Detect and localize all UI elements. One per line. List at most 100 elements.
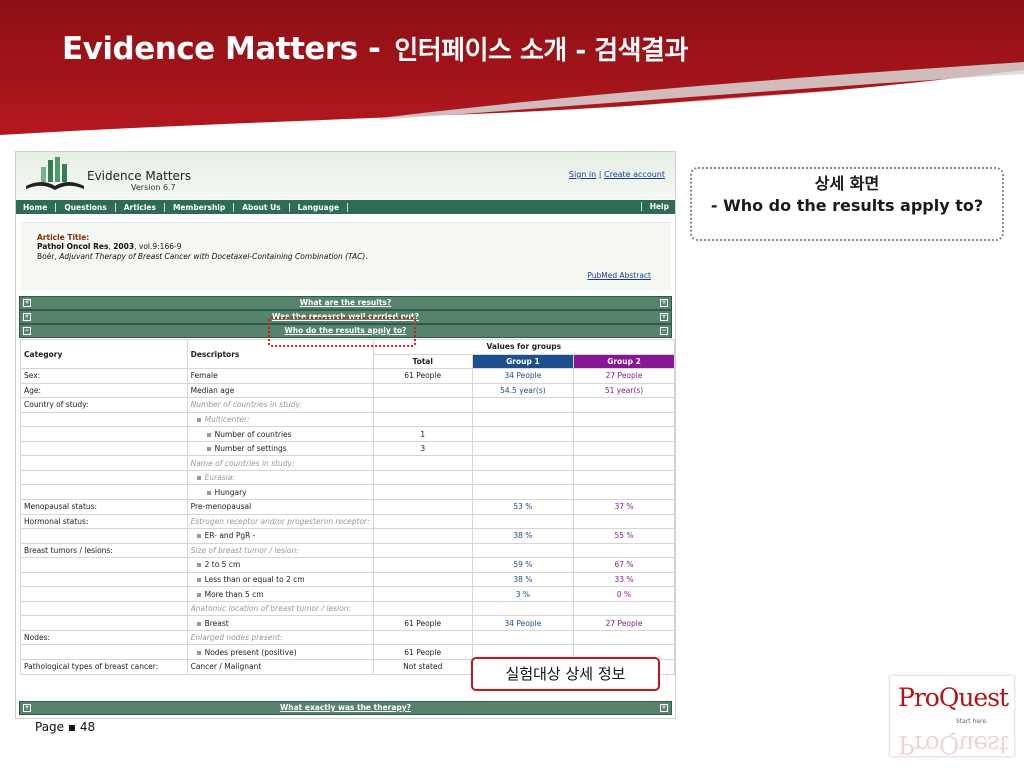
section-therapy[interactable]: + What exactly was the therapy? + — [19, 701, 672, 715]
table-row: Sex: Female 61 People 34 People 27 People — [20, 368, 675, 384]
row-category — [20, 571, 188, 588]
row-total — [372, 557, 473, 573]
row-total: 61 People — [372, 644, 473, 661]
row-group2 — [573, 542, 675, 559]
article-info: Article Title: Pathol Oncol Res, 2003, v… — [21, 222, 671, 291]
row-group1 — [471, 513, 575, 530]
sign-in-link[interactable]: Sign in — [569, 170, 596, 179]
row-group1 — [471, 426, 575, 442]
table-row: Eurasia: — [20, 469, 675, 486]
collapse-icon[interactable]: − — [660, 327, 668, 335]
bullet-icon — [196, 650, 201, 655]
row-descriptor: More than 5 cm — [186, 586, 374, 602]
row-descriptor: ER- and PgR - — [186, 528, 374, 544]
row-group1 — [471, 469, 575, 486]
row-category — [20, 528, 188, 544]
row-total — [372, 469, 473, 486]
row-descriptor: Enlarged nodes present: — [186, 629, 374, 646]
callout-title: 상세 화면 — [814, 174, 880, 193]
row-total: 1 — [372, 426, 473, 442]
table-row: More than 5 cm 3 % 0 % — [20, 586, 675, 602]
row-group1: 34 People — [471, 368, 575, 384]
table-row: Name of countries in study: — [20, 455, 675, 471]
row-total — [372, 513, 473, 530]
pubmed-abstract-link[interactable]: PubMed Abstract — [587, 271, 651, 280]
article-citation: Boér, Adjuvant Therapy of Breast Cancer … — [37, 252, 368, 261]
row-group2: 37 % — [573, 499, 675, 515]
row-category — [20, 440, 188, 457]
nav-language[interactable]: Language — [290, 202, 349, 212]
detail-view-callout: 상세 화면 - Who do the results apply to? — [690, 167, 1004, 241]
row-category — [20, 557, 188, 573]
page-number: Page ▪ 48 — [35, 720, 96, 734]
nav-help[interactable]: Help — [640, 202, 669, 211]
row-total — [372, 499, 473, 515]
slide-title: Evidence Matters - 인터페이스 소개 - 검색결과 — [62, 31, 688, 67]
main-nav: Home Questions Articles Membership About… — [16, 200, 675, 214]
row-group2 — [573, 411, 675, 428]
bullet-icon — [206, 490, 211, 495]
row-group2: 67 % — [573, 557, 675, 573]
nav-membership[interactable]: Membership — [165, 202, 235, 212]
row-group1 — [471, 440, 575, 457]
nav-about-us[interactable]: About Us — [234, 202, 290, 212]
row-group1: 34 People — [471, 615, 575, 631]
table-row: Number of countries 1 — [20, 426, 675, 442]
row-group1: 54.5 year(s) — [471, 382, 575, 399]
row-descriptor: Median age — [186, 382, 374, 399]
account-links: Sign in | Create account — [568, 170, 665, 179]
table-row: Nodes: Enlarged nodes present: — [20, 629, 675, 646]
bullet-icon — [206, 447, 211, 452]
row-group2: 27 People — [573, 368, 675, 384]
row-descriptor: Size of breast tumor / lesion: — [186, 542, 374, 559]
row-group1 — [471, 397, 575, 413]
row-group2: 0 % — [573, 586, 675, 602]
proquest-logo: ProQuest Start here. ProQuest — [890, 676, 1014, 756]
header-background — [0, 0, 1024, 135]
row-total — [372, 600, 473, 617]
bullet-icon — [196, 534, 201, 539]
row-group1: 38 % — [471, 571, 575, 588]
nav-home[interactable]: Home — [16, 202, 57, 212]
row-group1 — [471, 411, 575, 428]
expand-icon[interactable]: + — [660, 299, 668, 307]
row-descriptor: Hungary — [186, 484, 374, 501]
bullet-icon — [206, 432, 211, 437]
row-category — [20, 426, 188, 442]
expand-icon[interactable]: + — [660, 313, 668, 321]
row-category: Sex: — [20, 368, 188, 384]
row-category — [20, 484, 188, 501]
row-group2 — [573, 484, 675, 501]
row-group1: 53 % — [471, 499, 575, 515]
table-row: Anatomic location of breast tumor / lesi… — [20, 600, 675, 617]
row-total — [372, 397, 473, 413]
table-row: Country of study: Number of countries in … — [20, 397, 675, 413]
expand-icon[interactable]: + — [660, 704, 668, 712]
highlight-dotted-box — [268, 317, 416, 347]
create-account-link[interactable]: Create account — [604, 170, 665, 179]
row-total: 3 — [372, 440, 473, 457]
row-group1 — [471, 455, 575, 471]
row-category — [20, 600, 188, 617]
table-row: Less than or equal to 2 cm 38 % 33 % — [20, 571, 675, 588]
article-source: Pathol Oncol Res, 2003, vol.9:166-9 — [37, 242, 182, 251]
row-category — [20, 644, 188, 661]
nav-questions[interactable]: Questions — [56, 202, 116, 212]
row-group2 — [573, 469, 675, 486]
callout-description: - Who do the results apply to? — [710, 196, 984, 215]
row-descriptor: Number of settings — [186, 440, 374, 457]
col-category-header: Category — [20, 338, 188, 370]
nav-articles[interactable]: Articles — [116, 202, 165, 212]
table-row: Hormonal status: Estrogen receptor and/or… — [20, 513, 675, 530]
section-results[interactable]: + What are the results? + — [19, 296, 672, 310]
bullet-icon — [196, 563, 201, 568]
row-total — [372, 484, 473, 501]
row-total: Not stated — [372, 659, 473, 675]
row-group1: 3 % — [471, 586, 575, 602]
website-screenshot: Evidence Matters Version 6.7 Sign in | C… — [15, 151, 676, 719]
subject-detail-annotation: 실험대상 상세 정보 — [471, 657, 660, 691]
col-group2-header: Group 2 — [573, 353, 675, 370]
results-table: Category Descriptors Values for groups T… — [20, 338, 675, 675]
row-descriptor: Nodes present (positive) — [186, 644, 374, 661]
row-group1 — [471, 484, 575, 501]
